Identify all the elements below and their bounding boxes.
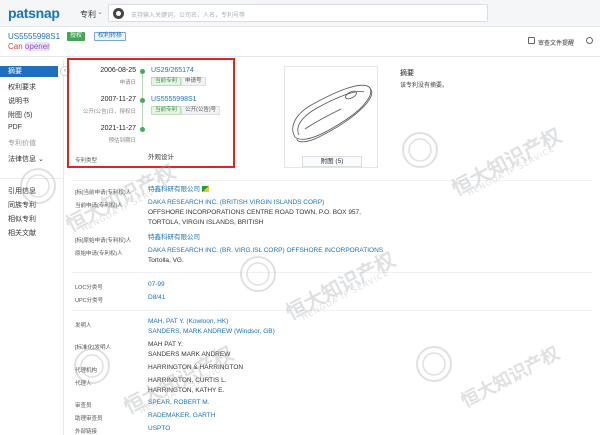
field-label: 发明人: [75, 323, 92, 329]
sidebar-item-patent-value[interactable]: 专利价值: [8, 138, 36, 148]
field-label: 助理审查员: [75, 416, 103, 422]
current-assignee-link[interactable]: DAKA RESEARCH INC. (BRITISH VIRGIN ISLAN…: [148, 198, 324, 207]
company-flag-icon: [202, 186, 209, 192]
field-label: 原始申请(专利权)人: [75, 251, 123, 257]
sidebar-item-family[interactable]: 同族专利: [8, 200, 36, 210]
field-value: 特鑫科研有限公司: [148, 185, 209, 194]
assistant-examiner-link[interactable]: RADEMAKER, GARTH: [148, 411, 215, 420]
loc-class-link[interactable]: 07-99: [148, 280, 165, 289]
field-value: TORTOLA, VIRGIN ISLANDS, BRITISH: [148, 219, 264, 226]
patent-title-word-highlighted: opener: [24, 42, 50, 51]
watermark-subtext: HENGDA IP SERVICE: [466, 144, 557, 198]
field-value: HARRINGTON, KATHY E.: [148, 387, 225, 394]
search-icon[interactable]: [113, 8, 124, 19]
field-value: SANDERS MARK ANDREW: [148, 351, 231, 358]
uspto-link[interactable]: USPTO: [148, 424, 170, 433]
status-badge: 授权: [67, 32, 86, 41]
can-opener-drawing: [292, 84, 373, 143]
watermark-subtext: HENGDA IP SERVICE: [300, 268, 391, 322]
search-placeholder: 支持输入关键词，公司名，人名，专利号等: [131, 13, 246, 19]
field-label: [标]当前申请(专利权)人: [75, 190, 132, 196]
sidebar-item-abstract[interactable]: 摘要: [0, 66, 58, 77]
row-divider: [72, 180, 592, 181]
field-label: 审查员: [75, 403, 92, 409]
drawings-count-button[interactable]: 附图 (5): [302, 156, 362, 167]
sidebar-item-related-docs[interactable]: 相关文献: [8, 228, 36, 238]
field-label: 代理机构: [75, 368, 98, 374]
more-icon[interactable]: [586, 37, 593, 44]
field-label: UPC分类号: [75, 298, 104, 304]
sidebar-item-citations[interactable]: 引用信息: [8, 186, 36, 196]
field-label: 外部链接: [75, 429, 98, 435]
search-input[interactable]: 支持输入关键词，公司名，人名，专利号等: [108, 4, 488, 22]
sidebar: 摘要 权利要求 说明书 附图 (5) PDF 专利价值 法律信息 ⌄ 引用信息 …: [0, 60, 64, 435]
field-label: LOC分类号: [75, 285, 103, 291]
seal-logo-icon: [416, 346, 452, 382]
sidebar-item-legal-info[interactable]: 法律信息 ⌄: [8, 154, 44, 164]
upc-class-link[interactable]: D8/41: [148, 293, 165, 302]
patent-number: US5555998S1: [8, 32, 61, 41]
header-divider: [0, 56, 600, 57]
abstract-title: 摘要: [400, 70, 414, 77]
patent-title-word: Can: [8, 42, 23, 51]
field-value: MAH PAT Y.: [148, 341, 183, 348]
seal-logo-icon: [240, 256, 276, 292]
field-label: 代理人: [75, 381, 92, 387]
sidebar-item-claims[interactable]: 权利要求: [8, 82, 36, 92]
examiner-link[interactable]: SPEAR, ROBERT M.: [148, 398, 210, 407]
chevron-down-icon[interactable]: ⌄: [97, 8, 103, 16]
row-divider: [72, 310, 592, 311]
inventor-link[interactable]: MAH, PAT Y. (Kowloon, HK): [148, 317, 228, 326]
watermark-text: 恒大知识产权: [447, 123, 566, 201]
reminder-icon[interactable]: [528, 37, 535, 44]
review-file-reminder-button[interactable]: 审查文件提醒: [538, 38, 574, 47]
timeline-highlight-box: [67, 58, 235, 168]
drawing-card[interactable]: [284, 66, 378, 168]
rights-transfer-badge[interactable]: 权利转移: [94, 32, 127, 41]
field-value: OFFSHORE INCORPORATIONS CENTRE ROAD TOWN…: [148, 209, 361, 216]
top-bar: patsnap 专利 ⌄ 支持输入关键词，公司名，人名，专利号等: [0, 0, 600, 27]
watermark-text: 恒大知识产权: [281, 247, 400, 325]
sidebar-item-similar[interactable]: 相似专利: [8, 214, 36, 224]
watermark-text: 恒大知识产权: [457, 342, 564, 413]
patsnap-logo[interactable]: patsnap: [8, 5, 60, 21]
sidebar-item-pdf[interactable]: PDF: [8, 124, 22, 131]
inventor-link[interactable]: SANDERS, MARK ANDREW (Windsor, GB): [148, 327, 275, 336]
sidebar-divider: [0, 178, 64, 179]
product-switcher[interactable]: 专利: [80, 9, 96, 20]
abstract-text: 该专利没有摘要。: [400, 83, 449, 89]
field-value: HARRINGTON, CURTIS L.: [148, 377, 227, 384]
field-value: HARRINGTON & HARRINGTON: [148, 364, 244, 371]
original-assignee-link[interactable]: DAKA RESEARCH INC. (BR. VIRG.ISL CORP) O…: [148, 246, 383, 255]
sidebar-item-description[interactable]: 说明书: [8, 96, 29, 106]
field-label: [标准化]发明人: [75, 345, 112, 351]
row-divider: [72, 272, 592, 273]
field-label: [标]原始申请(专利权)人: [75, 238, 132, 244]
field-value: Tortolla, VG.: [148, 257, 184, 264]
original-assignee-standardized-link[interactable]: 特鑫科研有限公司: [148, 233, 200, 242]
patent-title: Can opener: [8, 42, 50, 51]
assignee-standardized-link[interactable]: 特鑫科研有限公司: [148, 186, 200, 193]
seal-logo-icon: [402, 132, 438, 168]
sidebar-item-drawings[interactable]: 附图 (5): [8, 110, 33, 120]
field-label: 当前申请(专利权)人: [75, 203, 123, 209]
